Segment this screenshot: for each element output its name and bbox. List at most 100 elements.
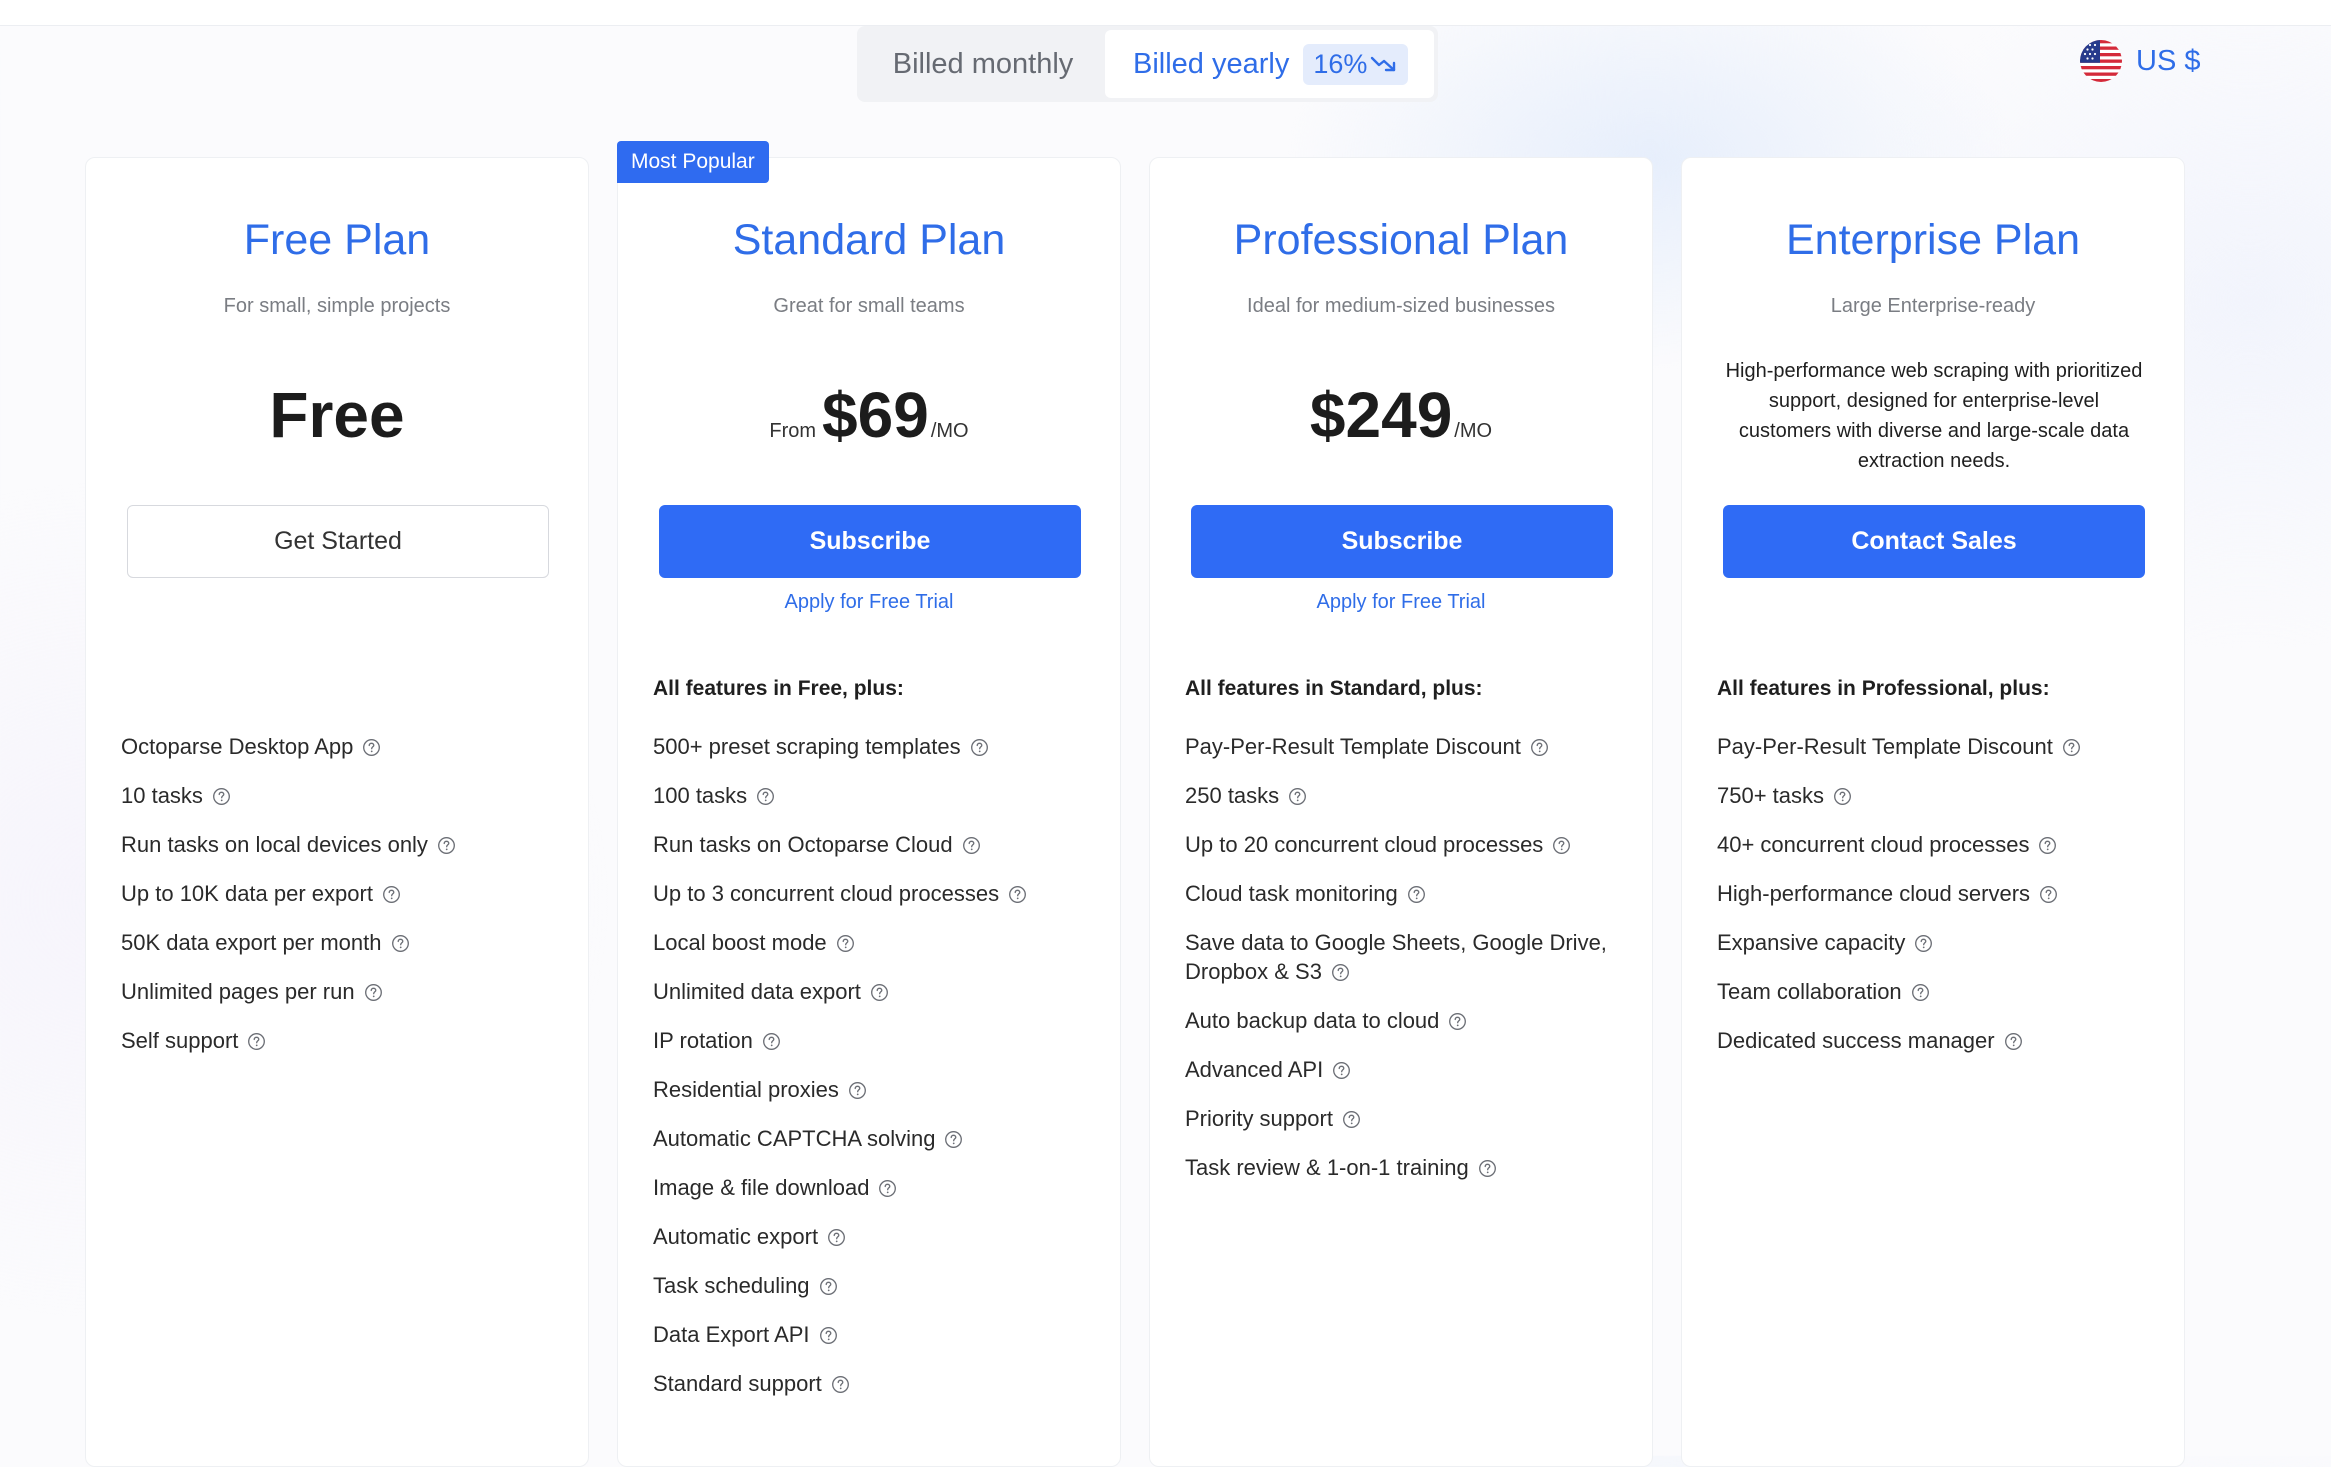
features-heading: All features in Standard, plus: [1185,677,1483,700]
feature-label: Up to 10K data per export [121,881,373,906]
help-icon[interactable] [212,787,231,806]
feature-item: Pay-Per-Result Template Discount [1717,732,2162,761]
plan-subtitle: Large Enterprise-ready [1830,295,2036,317]
currency-selector[interactable]: US $ [2080,40,2200,82]
help-icon[interactable] [2038,836,2057,855]
feature-item: 10 tasks [121,781,566,810]
feature-item: Local boost mode [653,928,1098,957]
feature-label: Team collaboration [1717,979,1902,1004]
feature-label: Octoparse Desktop App [121,734,354,759]
top-bar [0,0,2331,26]
free-trial-link[interactable]: Apply for Free Trial [618,591,1120,614]
feature-item: Run tasks on local devices only [121,830,566,859]
features-heading: All features in Professional, plus: [1717,677,2050,700]
price-prefix: From [769,420,817,442]
help-icon[interactable] [2062,738,2081,757]
help-icon[interactable] [819,1277,838,1296]
subscribe-button[interactable]: Subscribe [1191,505,1613,578]
feature-list: Octoparse Desktop App 10 tasks Run tasks o… [121,732,566,1075]
currency-label: US $ [2136,44,2201,77]
feature-label: Automatic CAPTCHA solving [653,1126,936,1151]
feature-label: Dedicated success manager [1717,1028,1995,1053]
feature-item: Team collaboration [1717,977,2162,1006]
help-icon[interactable] [970,738,989,757]
feature-item: Octoparse Desktop App [121,732,566,761]
help-icon[interactable] [247,1032,266,1051]
price-unit: /MO [930,420,969,442]
help-icon[interactable] [762,1032,781,1051]
feature-label: Standard support [653,1371,822,1396]
help-icon[interactable] [382,885,401,904]
help-icon[interactable] [878,1179,897,1198]
help-icon[interactable] [1407,885,1426,904]
help-icon[interactable] [831,1375,850,1394]
feature-label: Residential proxies [653,1077,839,1102]
feature-item: Self support [121,1026,566,1055]
feature-item: Expansive capacity [1717,928,2162,957]
help-icon[interactable] [836,934,855,953]
feature-label: 500+ preset scraping templates [653,734,961,759]
feature-item: 100 tasks [653,781,1098,810]
help-icon[interactable] [1342,1110,1361,1129]
feature-label: 250 tasks [1185,783,1280,808]
help-icon[interactable] [827,1228,846,1247]
feature-label: Expansive capacity [1717,930,1906,955]
feature-label: Data Export API [653,1322,810,1347]
plan-title: Free Plan [243,216,431,264]
help-icon[interactable] [2004,1032,2023,1051]
help-icon[interactable] [391,934,410,953]
discount-value: 16% [1313,48,1368,79]
help-icon[interactable] [1332,1061,1351,1080]
help-icon[interactable] [962,836,981,855]
help-icon[interactable] [1552,836,1571,855]
feature-item: Unlimited pages per run [121,977,566,1006]
plan-subtitle: Ideal for medium-sized businesses [1247,295,1555,317]
feature-list: 500+ preset scraping templates 100 tasks R… [653,732,1098,1418]
price: Free [86,378,588,458]
us-flag-icon [2080,40,2122,82]
feature-item: 750+ tasks [1717,781,2162,810]
feature-label: Task scheduling [653,1273,810,1298]
help-icon[interactable] [819,1326,838,1345]
help-icon[interactable] [848,1081,867,1100]
help-icon[interactable] [2039,885,2058,904]
subscribe-button[interactable]: Subscribe [659,505,1081,578]
features-heading: All features in Free, plus: [653,677,904,700]
price: From $69 /MO [618,378,1120,458]
help-icon[interactable] [1914,934,1933,953]
feature-item: Up to 3 concurrent cloud processes [653,879,1098,908]
help-icon[interactable] [1911,983,1930,1002]
free-trial-link[interactable]: Apply for Free Trial [1150,591,1652,614]
help-icon[interactable] [870,983,889,1002]
billed-yearly-option[interactable]: Billed yearly 16% [1105,30,1434,98]
help-icon[interactable] [1478,1159,1497,1178]
plan-subtitle: Great for small teams [773,295,965,317]
help-icon[interactable] [1008,885,1027,904]
plan-subtitle: For small, simple projects [223,295,451,317]
help-icon[interactable] [364,983,383,1002]
get-started-button[interactable]: Get Started [127,505,549,578]
feature-label: Image & file download [653,1175,870,1200]
feature-item: Advanced API [1185,1055,1630,1084]
help-icon[interactable] [1331,963,1350,982]
feature-item: 250 tasks [1185,781,1630,810]
feature-item: 500+ preset scraping templates [653,732,1098,761]
feature-item: Save data to Google Sheets, Google Drive… [1185,928,1630,986]
help-icon[interactable] [437,836,456,855]
plan-card-professional: Professional Plan Ideal for medium-sized… [1149,157,1653,1467]
billed-yearly-label: Billed yearly [1133,47,1290,80]
billed-monthly-option[interactable]: Billed monthly [861,30,1105,98]
help-icon[interactable] [362,738,381,757]
feature-item: Data Export API [653,1320,1098,1349]
feature-label: Advanced API [1185,1057,1324,1082]
help-icon[interactable] [1833,787,1852,806]
help-icon[interactable] [944,1130,963,1149]
help-icon[interactable] [756,787,775,806]
feature-item: Automatic export [653,1222,1098,1251]
help-icon[interactable] [1530,738,1549,757]
feature-label: 40+ concurrent cloud processes [1717,832,2030,857]
help-icon[interactable] [1288,787,1307,806]
feature-label: Save data to Google Sheets, Google Drive… [1185,930,1607,984]
help-icon[interactable] [1448,1012,1467,1031]
contact-sales-button[interactable]: Contact Sales [1723,505,2145,578]
